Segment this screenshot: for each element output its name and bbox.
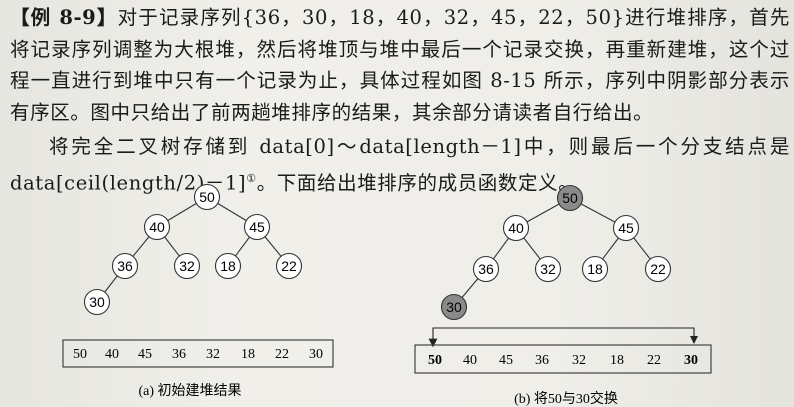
tree-a-node-6: 18 [214,252,242,280]
caption-b: (b) 将50与30交换 [514,390,618,407]
node-label: 40 [149,219,165,235]
tree-a-node-3: 45 [243,213,271,241]
tree-b-node-2: 40 [502,214,530,242]
node-label: 45 [249,219,265,235]
tree-a-node-2: 40 [143,213,171,241]
figure-8-15: 50 40 45 36 32 18 22 30 50 40 45 36 32 1… [62,183,712,407]
array-b-cell: 18 [610,353,624,368]
swap-arrow-line [428,327,695,348]
book-page: 【例 8-9】对于记录序列{36，30，18，40，32，45，22，50}进行… [0,0,794,407]
array-a-cell: 45 [138,347,152,362]
node-label: 45 [618,220,634,236]
tree-a-node-4: 36 [111,252,139,280]
node-label: 32 [179,258,195,274]
array-b-cell: 22 [647,353,661,368]
tree-a: 50 40 45 36 32 18 22 30 [83,183,303,316]
array-a-cell: 22 [275,347,289,362]
node-label: 30 [89,294,105,310]
node-label: 36 [117,258,133,274]
array-a-box [62,339,334,368]
tree-a-node-5: 32 [173,252,201,280]
array-a-cell: 18 [241,347,255,362]
caption-a: (a) 初始建堆结果 [138,382,241,399]
tree-a-node-8: 30 [83,288,111,316]
array-b-cell: 40 [463,353,477,368]
tree-b-node-4: 36 [472,255,500,283]
tree-b-node-root: 50 [556,184,584,212]
node-label: 50 [562,190,578,206]
node-label: 36 [478,261,494,277]
array-b-cell-swapped: 30 [684,353,698,368]
array-b-cell: 45 [499,353,513,368]
array-a-cell: 40 [105,347,119,362]
array-a: 50 40 45 36 32 18 22 30 [62,339,334,368]
array-b-box [414,344,712,374]
array-b: 50 40 45 36 32 18 22 30 [414,344,712,374]
tree-a-node-7: 22 [275,252,303,280]
node-label: 18 [220,258,236,274]
swap-arrow [428,327,698,348]
tree-b-node-5: 32 [534,255,562,283]
node-label: 30 [446,299,462,315]
tree-b-node-3: 45 [612,214,640,242]
swap-arrow-head-right [690,336,698,344]
array-a-cell: 50 [73,347,87,362]
array-a-cell: 30 [309,347,323,362]
tree-b-node-7: 22 [644,255,672,283]
node-label: 22 [281,258,297,274]
node-label: 40 [508,220,524,236]
tree-a-node-root: 50 [193,183,221,211]
tree-b-edges [453,197,659,308]
tree-a-edges [96,196,290,303]
array-b-cell: 32 [572,353,586,368]
tree-b-node-8: 30 [440,293,468,321]
array-a-cell: 32 [206,347,220,362]
array-b-cell-swapped: 50 [428,353,442,368]
node-label: 50 [199,189,215,205]
array-a-cell: 36 [172,347,186,362]
tree-b-node-6: 18 [581,255,609,283]
tree-b: 50 40 45 36 32 18 22 30 [440,184,672,321]
node-label: 22 [650,261,666,277]
node-label: 18 [587,261,603,277]
array-b-cell: 36 [535,353,549,368]
node-label: 32 [540,261,556,277]
